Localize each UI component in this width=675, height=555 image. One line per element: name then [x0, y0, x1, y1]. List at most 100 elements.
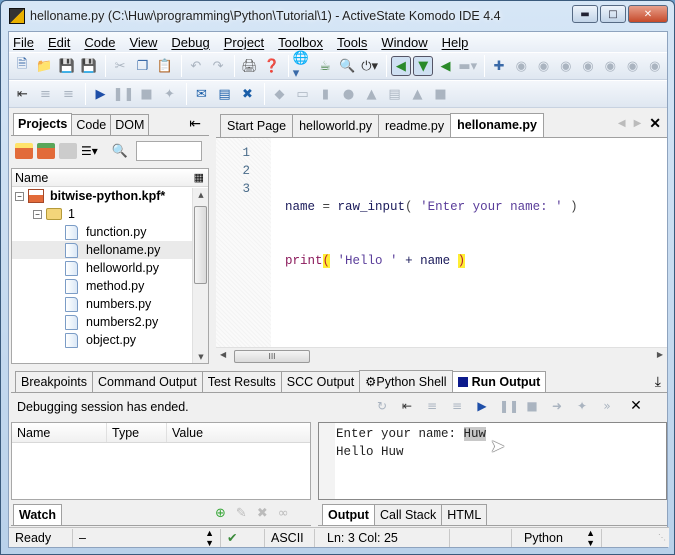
tab-command-output[interactable]: Command Output — [92, 371, 203, 392]
tree-file-item[interactable]: numbers.py — [12, 295, 208, 313]
menu-project[interactable]: Project — [224, 35, 264, 50]
scc-remove-icon[interactable]: ◉ — [556, 56, 576, 76]
step-out-icon[interactable]: ≡ — [58, 84, 79, 104]
left-pane-toggle-icon[interactable]: ◀ — [390, 56, 412, 76]
find-icon[interactable]: 🔍 — [337, 56, 357, 76]
menu-toolbox[interactable]: Toolbox — [278, 35, 323, 50]
cut-icon[interactable]: ✂ — [110, 56, 130, 76]
new-file-icon[interactable]: 🗎 — [12, 56, 32, 76]
tab-scc-output[interactable]: SCC Output — [280, 371, 361, 392]
tree-scrollbar[interactable]: ▲ ▼ — [192, 188, 208, 363]
resize-grip-icon[interactable]: ⋱ — [658, 533, 666, 542]
run-output-terminal[interactable]: Enter your name: Huw Hello Huw — [318, 422, 667, 500]
scroll-down-icon[interactable]: ▼ — [193, 353, 208, 361]
undo-icon[interactable]: ↶ — [186, 56, 206, 76]
tab-readme[interactable]: readme.py — [378, 114, 452, 137]
status-encoding[interactable]: ASCII — [265, 528, 315, 547]
pause-icon[interactable]: ❚❚ — [499, 399, 519, 413]
column-header-name[interactable]: Name — [12, 423, 107, 442]
tab-watch[interactable]: Watch — [13, 504, 63, 525]
scroll-thumb[interactable] — [194, 206, 207, 284]
project-search-input[interactable] — [135, 141, 202, 161]
scroll-left-icon[interactable]: ◀ — [220, 350, 226, 359]
tab-run-output[interactable]: Run Output — [451, 371, 547, 392]
scc-diff-icon[interactable]: ◉ — [533, 56, 553, 76]
more-icon[interactable]: » — [599, 399, 615, 413]
maximize-button[interactable]: □ — [600, 5, 626, 23]
close-output-icon[interactable]: ✕ — [628, 398, 644, 414]
block-icon[interactable]: ■ — [430, 84, 451, 104]
cylinder-icon[interactable]: ▮ — [315, 84, 336, 104]
menu-debug[interactable]: Debug — [171, 35, 209, 50]
page-icon[interactable]: ▭ — [292, 84, 313, 104]
mail-icon[interactable]: ✉ — [191, 84, 212, 104]
tree-folder-node[interactable]: − 1 — [12, 205, 208, 223]
scroll-up-icon[interactable]: ▲ — [193, 191, 208, 199]
step-over-icon[interactable]: ≡ — [35, 84, 56, 104]
tree-file-item[interactable]: function.py — [12, 223, 208, 241]
save-project-icon[interactable] — [59, 143, 77, 159]
macro-icon[interactable]: ⏻▾ — [360, 56, 380, 76]
edit-watch-icon[interactable]: ✎ — [236, 506, 247, 521]
tree-file-item-selected[interactable]: helloname.py — [12, 241, 208, 259]
magic-wand-icon[interactable]: ✦ — [159, 84, 180, 104]
run-to-cursor-icon[interactable]: ➜ — [549, 399, 565, 413]
column-header-value[interactable]: Value — [167, 423, 310, 442]
column-header-name[interactable]: Name — [15, 171, 48, 185]
scroll-thumb[interactable]: III — [234, 350, 310, 363]
paste-icon[interactable]: 📋 — [155, 56, 175, 76]
scc-revert-icon[interactable]: ◉ — [600, 56, 620, 76]
tab-helloname[interactable]: helloname.py — [450, 113, 544, 137]
tree-project-node[interactable]: − bitwise-python.kpf* — [12, 187, 208, 205]
status-section-selector[interactable]: – ▲ ▼ — [73, 528, 221, 548]
document-icon[interactable]: ▤ — [384, 84, 405, 104]
code-text[interactable]: name = raw_input( 'Enter your name: ' ) … — [285, 162, 578, 306]
step-out-icon[interactable]: ≡ — [449, 399, 465, 413]
browser-preview-icon[interactable]: 🌐▾ — [293, 51, 313, 81]
redo-icon[interactable]: ↷ — [208, 56, 228, 76]
column-picker-icon[interactable]: ▦ — [194, 171, 204, 184]
scc-history-icon[interactable]: ◉ — [622, 56, 642, 76]
status-check-icon[interactable]: ✔ — [221, 528, 265, 547]
menu-view[interactable]: View — [129, 35, 157, 50]
tab-scroll-left-icon[interactable]: ◀ — [618, 118, 626, 129]
image-icon[interactable]: ▤ — [214, 84, 235, 104]
new-project-icon[interactable] — [15, 143, 33, 159]
toolbox-icon[interactable]: ☕ — [315, 56, 335, 76]
run-icon[interactable]: ▶ — [474, 399, 490, 413]
collapse-icon[interactable]: − — [15, 191, 24, 201]
output-text[interactable]: Enter your name: Huw Hello Huw — [336, 425, 487, 461]
scroll-right-icon[interactable]: ▶ — [657, 350, 663, 359]
tab-projects[interactable]: Projects — [13, 113, 73, 135]
menu-edit[interactable]: Edit — [48, 35, 70, 50]
help-icon[interactable]: ❓ — [262, 56, 282, 76]
inspect-icon[interactable]: ∞ — [278, 506, 289, 521]
tab-start-page[interactable]: Start Page — [220, 114, 294, 137]
tab-call-stack[interactable]: Call Stack — [373, 504, 443, 525]
step-in-icon[interactable]: ⇤ — [399, 399, 415, 413]
triangle-icon[interactable]: ▲ — [361, 84, 382, 104]
minimize-pane-icon[interactable]: ⤓ — [655, 373, 661, 392]
close-button[interactable]: ✕ — [628, 5, 668, 23]
scc-add-icon[interactable]: ✚ — [489, 56, 509, 76]
stop-icon[interactable]: ■ — [136, 84, 157, 104]
bottom-pane-toggle-icon[interactable]: ▼ — [413, 56, 434, 76]
tab-scroll-right-icon[interactable]: ▶ — [634, 118, 642, 129]
tab-helloworld[interactable]: helloworld.py — [292, 114, 380, 137]
step-over-icon[interactable]: ≡ — [424, 399, 440, 413]
circle-icon[interactable]: ● — [338, 84, 359, 104]
tab-breakpoints[interactable]: Breakpoints — [15, 371, 94, 392]
stop-icon[interactable]: ■ — [524, 399, 540, 413]
menu-code[interactable]: Code — [84, 35, 115, 50]
open-project-icon[interactable] — [37, 143, 55, 159]
wand-icon[interactable]: ▲ — [407, 84, 428, 104]
editor-hscrollbar[interactable]: ◀ III ▶ — [216, 347, 667, 364]
menu-window[interactable]: Window — [381, 35, 427, 50]
menu-file[interactable]: File — [13, 35, 34, 50]
scc-commit-icon[interactable]: ◉ — [645, 56, 665, 76]
diamond-icon[interactable]: ◆ — [269, 84, 290, 104]
tab-python-shell[interactable]: ⚙Python Shell — [359, 370, 453, 392]
tab-test-results[interactable]: Test Results — [201, 371, 282, 392]
print-icon[interactable]: 🖨 — [239, 56, 259, 76]
add-watch-icon[interactable]: ⊕ — [215, 506, 226, 521]
